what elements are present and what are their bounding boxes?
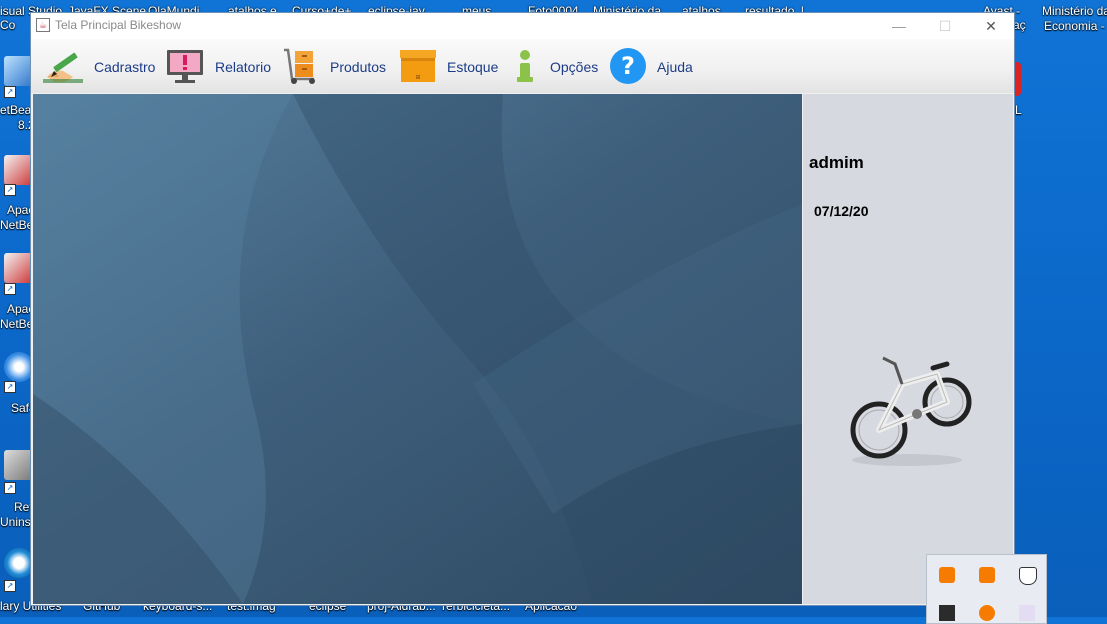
menu-ajuda-label: Ajuda [657,59,693,75]
menu-cadrastro-label: Cadrastro [94,59,156,75]
desktop-label[interactable]: Economia - [1044,20,1105,33]
menu-produtos-label: Produtos [330,59,387,75]
desktop-label[interactable]: Uninst [0,516,34,529]
pen-icon[interactable] [1019,605,1035,621]
close-button[interactable]: ✕ [968,13,1014,39]
shortcut-arrow-icon: ↗ [4,381,16,393]
window-title: Tela Principal Bikeshow [55,18,182,32]
background-wallpaper [33,94,802,604]
menu-estoque-label: Estoque [447,59,499,75]
desktop-label[interactable]: etBea [0,104,31,117]
gpu-icon[interactable] [939,605,955,621]
maximize-button[interactable]: ☐ [922,13,968,39]
avast-icon[interactable] [979,605,995,621]
monitor-alert-icon [167,50,203,83]
security-shield-icon[interactable] [1019,567,1037,585]
menu-relatorio-label: Relatorio [215,59,272,75]
desktop-label[interactable]: Ministério da [1042,5,1107,18]
box-icon: ⊞ [400,50,436,82]
svg-text:?: ? [621,52,635,80]
logged-user-name: admim [809,153,864,172]
info-icon [517,50,533,82]
shortcut-arrow-icon: ↗ [4,482,16,494]
shortcut-arrow-icon: ↗ [4,580,16,592]
pencil-hand-icon [43,52,83,83]
system-tray-overflow [926,554,1047,624]
menu-opcoes-label: Opções [550,59,599,75]
hand-truck-boxes-icon [284,48,315,84]
help-icon: ? [610,48,646,84]
current-date: 07/12/20 [814,203,869,219]
side-panel: admim 07/12/20 [803,94,1013,604]
menu-toolbar: Cadrastro Relatorio Produtos ⊞ Estoque O… [31,39,1014,93]
minimize-button[interactable]: — [876,13,922,39]
main-content-pane [33,94,802,604]
shortcut-arrow-icon: ↗ [4,283,16,295]
shortcut-arrow-icon: ↗ [4,184,16,196]
desktop-label: L [1015,103,1022,117]
svg-text:⊞: ⊞ [415,74,420,81]
shortcut-arrow-icon: ↗ [4,86,16,98]
java-app-icon: ☕ [36,18,50,32]
xampp-icon[interactable] [939,567,955,583]
xampp-icon[interactable] [979,567,995,583]
main-window: ☕ Tela Principal Bikeshow — ☐ ✕ Cadrastr… [30,12,1015,606]
desktop-label[interactable]: Co [0,19,15,32]
title-bar[interactable]: ☕ Tela Principal Bikeshow — ☐ ✕ [31,13,1014,39]
bicycle-icon [850,356,972,466]
